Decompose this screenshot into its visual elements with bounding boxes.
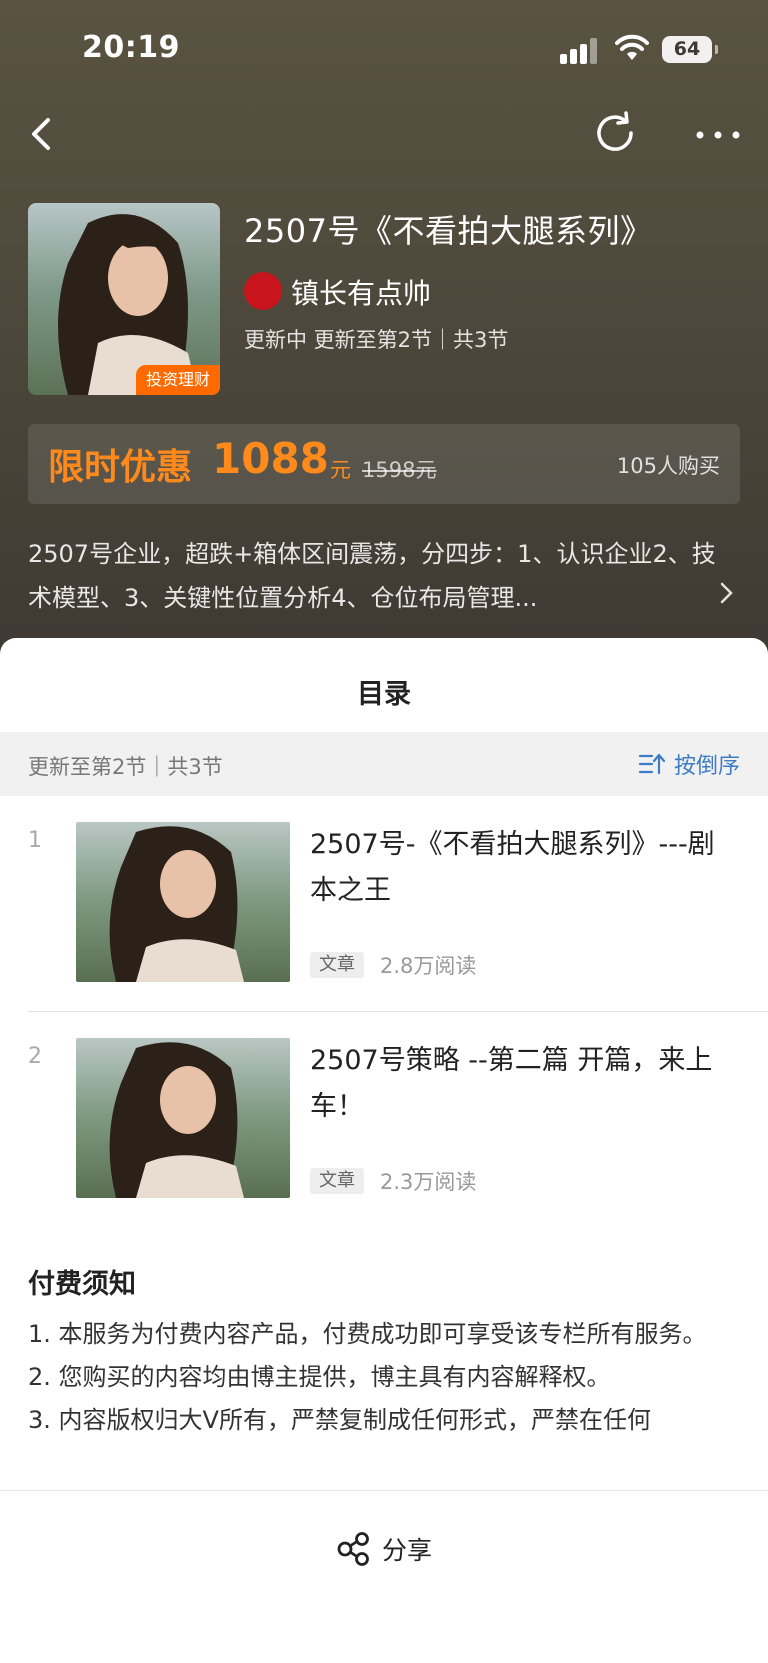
- column-description[interactable]: 2507号企业，超跌+箱体区间震荡，分四步：1、认识企业2、技术模型、3、关键性…: [28, 532, 718, 620]
- chapter-row[interactable]: 1 2507号-《不看拍大腿系列》---剧本之王 文章 2.8万阅读: [0, 796, 768, 1012]
- sort-reverse-button[interactable]: 按倒序: [638, 746, 740, 782]
- chapter-reads: 2.8万阅读: [380, 954, 477, 978]
- status-bar: 20:19 64: [0, 0, 768, 100]
- chapter-title: 2507号-《不看拍大腿系列》---剧本之王: [310, 829, 715, 906]
- bottom-bar: 分享: [0, 1490, 768, 1663]
- wifi-icon: [615, 34, 649, 60]
- signal-icon: [560, 38, 600, 64]
- chapter-index: 2: [28, 1044, 42, 1069]
- refresh-icon[interactable]: [590, 108, 640, 158]
- promo-unit: 元: [330, 458, 351, 482]
- chapter-row[interactable]: 2 2507号策略 --第二篇 开篇，来上车！ 文章 2.3万阅读: [0, 1012, 768, 1228]
- author-avatar[interactable]: [244, 272, 282, 310]
- notice-title: 付费须知: [28, 1269, 136, 1300]
- catalog-header-bar: 更新至第2节｜共3节 按倒序: [0, 732, 768, 796]
- sort-label: 按倒序: [673, 754, 740, 779]
- chapter-title: 2507号策略 --第二篇 开篇，来上车！: [310, 1045, 713, 1122]
- price-box: 限时优惠 1088 元 1598元 105人购买: [28, 424, 740, 504]
- author-name[interactable]: 镇长有点帅: [291, 272, 431, 312]
- column-cover-image: 投资理财: [28, 203, 220, 395]
- notice-item: 2. 您购买的内容均由博主提供，博主具有内容解释权。: [28, 1363, 611, 1391]
- header-hero: 20:19 64 投资理财 2507号《不看拍大腿系列》 镇长有点帅 更新中 更…: [0, 0, 768, 660]
- share-button[interactable]: 分享: [0, 1529, 768, 1569]
- back-icon[interactable]: [18, 110, 66, 158]
- chapter-thumbnail: [76, 822, 290, 982]
- chapter-reads: 2.3万阅读: [380, 1170, 477, 1194]
- battery-indicator: 64: [662, 36, 718, 63]
- chapter-index: 1: [28, 828, 42, 853]
- promo-label: 限时优惠: [48, 447, 193, 488]
- status-time: 20:19: [82, 30, 180, 65]
- original-price: 1598元: [362, 458, 437, 482]
- share-label: 分享: [381, 1536, 432, 1565]
- catalog-title: 目录: [357, 679, 411, 710]
- catalog-count: 更新至第2节｜共3节: [28, 755, 223, 779]
- chapter-type-tag: 文章: [310, 952, 364, 978]
- share-icon: [337, 1532, 369, 1566]
- sort-icon: [638, 753, 666, 775]
- update-info: 更新中 更新至第2节｜共3节: [244, 328, 509, 352]
- notice-item: 3. 内容版权归大V所有，严禁复制成任何形式，严禁在任何: [28, 1406, 651, 1434]
- nav-bar: [0, 100, 768, 170]
- chapter-type-tag: 文章: [310, 1168, 364, 1194]
- category-tag: 投资理财: [135, 365, 220, 395]
- promo-price: 1088: [212, 434, 329, 483]
- notice-item: 1. 本服务为付费内容产品，付费成功即可享受该专栏所有服务。: [28, 1320, 707, 1348]
- buyer-count: 105人购买: [616, 454, 720, 478]
- payment-notice: 付费须知 1. 本服务为付费内容产品，付费成功即可享受该专栏所有服务。 2. 您…: [28, 1262, 740, 1442]
- chevron-right-icon[interactable]: [716, 580, 736, 606]
- column-title: 2507号《不看拍大腿系列》: [244, 212, 653, 250]
- more-icon[interactable]: [690, 108, 746, 158]
- chapter-thumbnail: [76, 1038, 290, 1198]
